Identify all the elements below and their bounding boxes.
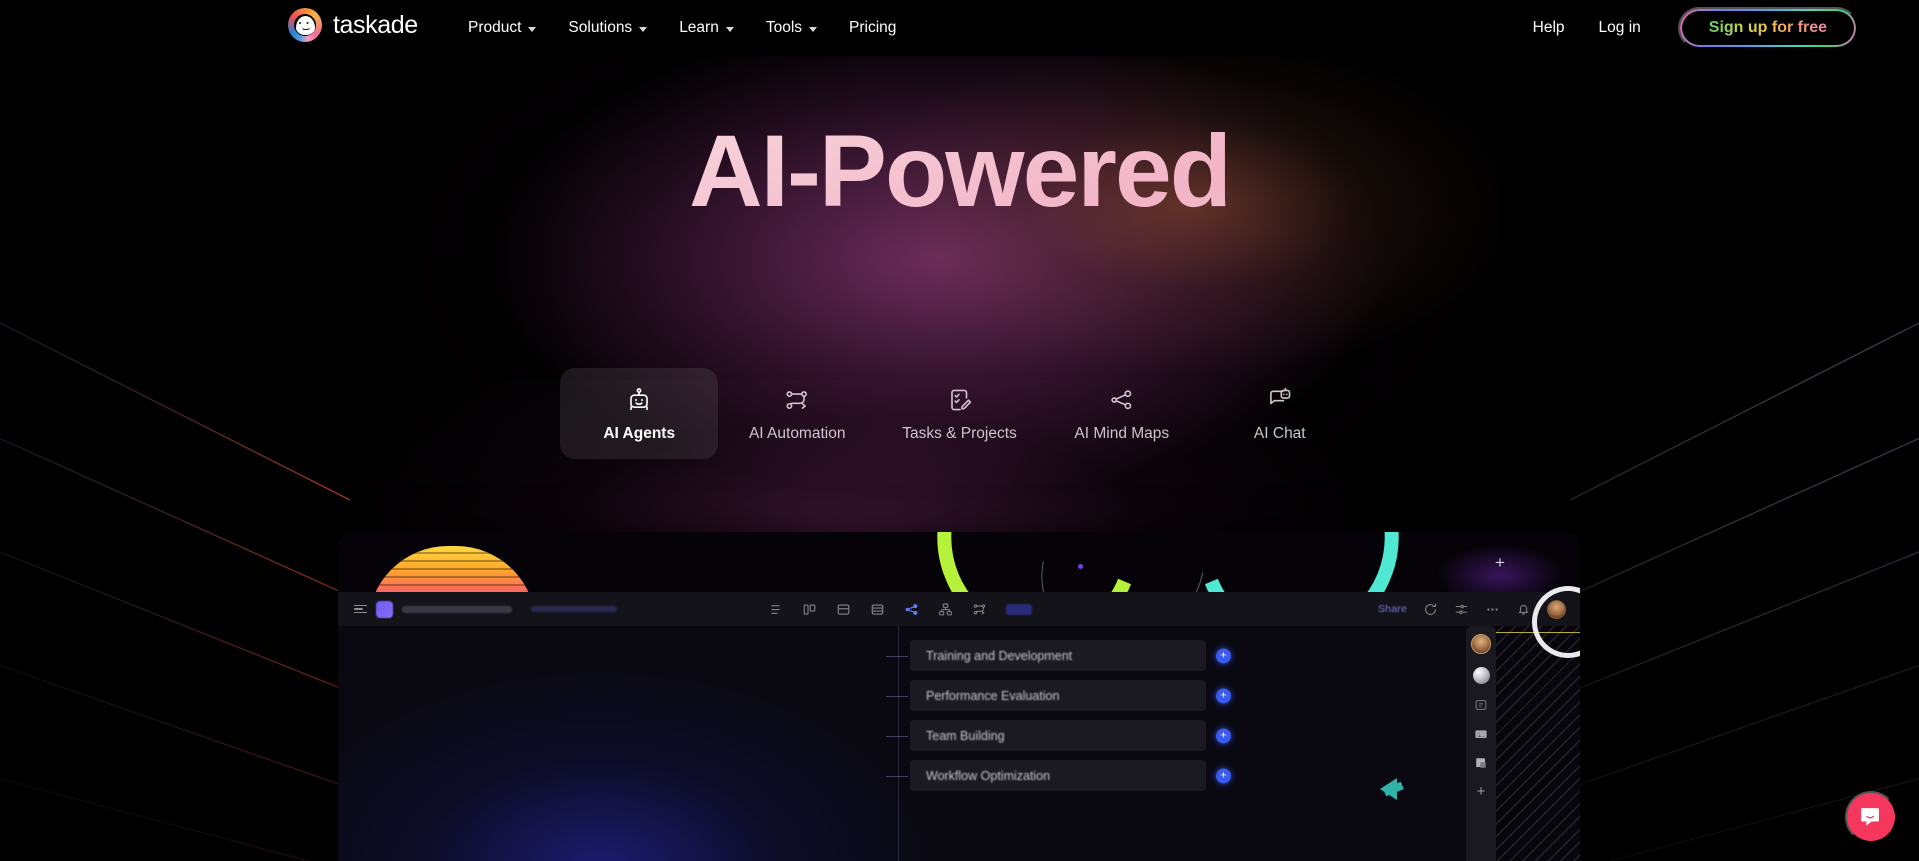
primary-navigation: Product Solutions Learn Tools Pricing <box>452 0 912 56</box>
hero-title: AI-Powered <box>0 116 1919 226</box>
tab-tasks-projects-label: Tasks & Projects <box>902 425 1017 442</box>
chevron-down-icon <box>725 26 734 32</box>
mindmap-node[interactable]: Workflow Optimization + <box>886 760 1231 791</box>
image-tool-icon[interactable] <box>1473 726 1489 742</box>
rail-user-avatar[interactable] <box>1471 634 1491 654</box>
mindmap-node-label: Training and Development <box>926 648 1073 663</box>
mindmap-node[interactable]: Team Building + <box>886 720 1231 751</box>
bell-icon[interactable] <box>1516 602 1531 617</box>
robot-icon <box>630 388 649 411</box>
checklist-pen-icon <box>950 389 971 411</box>
tab-ai-agents[interactable]: AI Agents <box>560 368 719 459</box>
chevron-down-icon <box>809 26 818 32</box>
nav-item-product[interactable]: Product <box>452 0 552 56</box>
mindmap-node-label: Performance Evaluation <box>926 688 1060 703</box>
teal-cursor-icon <box>1380 778 1397 800</box>
shape-tool-icon[interactable] <box>1473 755 1489 771</box>
more-options-icon[interactable] <box>1485 602 1500 617</box>
nav-item-pricing[interactable]: Pricing <box>833 0 912 56</box>
nav-item-learn[interactable]: Learn <box>663 0 750 56</box>
mindmap-trunk-line <box>898 626 900 861</box>
mindmap-node-label: Team Building <box>926 728 1005 743</box>
nav-item-product-label: Product <box>468 19 522 36</box>
sphere-tool-icon[interactable] <box>1472 667 1490 684</box>
logo-wordmark: taskade <box>333 10 418 39</box>
mindmap-node[interactable]: Performance Evaluation + <box>886 680 1231 711</box>
signup-button-label: Sign up for free <box>1708 19 1827 36</box>
help-link[interactable]: Help <box>1516 19 1582 37</box>
app-toolbar: Share <box>338 592 1580 626</box>
chevron-down-icon <box>528 26 537 32</box>
table-view-icon[interactable] <box>836 602 851 617</box>
taskade-smiley-logo-icon <box>288 8 322 42</box>
tab-ai-chat-label: AI Chat <box>1253 425 1306 442</box>
tab-ai-automation-label: AI Automation <box>748 425 846 442</box>
tab-ai-mind-maps[interactable]: AI Mind Maps <box>1043 368 1201 459</box>
header-actions: Help Log in Sign up for free <box>1516 0 1858 56</box>
intercom-chat-icon <box>1861 808 1879 826</box>
tab-ai-agents-label: AI Agents <box>603 425 676 442</box>
chevron-down-icon <box>639 26 648 32</box>
add-child-node-button[interactable]: + <box>1216 648 1231 663</box>
tab-ai-chat[interactable]: AI Chat <box>1201 368 1359 459</box>
nav-item-tools[interactable]: Tools <box>750 0 833 56</box>
list-view-icon[interactable] <box>768 602 783 617</box>
logo-home-link[interactable]: taskade <box>288 8 418 42</box>
purple-dot-decoration <box>1078 564 1083 569</box>
board-view-icon[interactable] <box>802 602 817 617</box>
canvas-hatched-overlay <box>1380 586 1580 861</box>
sidebar-toggle-icon[interactable] <box>354 604 367 614</box>
card-view-icon[interactable] <box>870 602 885 617</box>
nav-item-learn-label: Learn <box>679 19 719 36</box>
tab-ai-automation[interactable]: AI Automation <box>718 368 876 459</box>
node-connector-line <box>886 775 908 777</box>
mindmap-canvas[interactable]: Training and Development + Performance E… <box>338 626 1580 861</box>
nav-item-solutions-label: Solutions <box>568 19 633 36</box>
add-child-node-button[interactable]: + <box>1216 688 1231 703</box>
node-connector-line <box>886 695 908 697</box>
app-view-switcher <box>768 602 1032 617</box>
add-tool-icon[interactable]: + <box>1477 784 1486 799</box>
nav-item-pricing-label: Pricing <box>849 19 897 36</box>
canvas-tool-rail: + <box>1466 626 1496 861</box>
page-root: taskade Product Solutions Learn Tools Pr… <box>0 0 1919 861</box>
app-toolbar-left <box>338 600 617 618</box>
canvas-add-icon[interactable]: + <box>1495 554 1505 571</box>
sync-icon[interactable] <box>1423 602 1438 617</box>
node-connector-line <box>886 735 908 737</box>
intercom-chat-button[interactable] <box>1845 791 1897 843</box>
node-connector-line <box>886 655 908 657</box>
nav-item-tools-label: Tools <box>765 19 803 36</box>
tab-ai-mind-maps-label: AI Mind Maps <box>1074 425 1170 442</box>
mindmap-view-icon[interactable] <box>904 602 919 617</box>
share-nodes-icon <box>1111 390 1132 410</box>
app-preview-window: Share Training and Development + Perform… <box>338 532 1580 861</box>
mindmap-node-list: Training and Development + Performance E… <box>886 640 1231 791</box>
tab-tasks-projects[interactable]: Tasks & Projects <box>876 368 1043 459</box>
workflow-icon <box>786 391 808 409</box>
beta-badge <box>1006 603 1032 615</box>
mindmap-node-label: Workflow Optimization <box>926 768 1051 783</box>
settings-sliders-icon[interactable] <box>1454 602 1469 617</box>
feature-tabs: AI Agents AI Automation Tasks & Projects <box>0 368 1919 459</box>
text-tool-icon[interactable] <box>1473 697 1489 713</box>
project-title-placeholder <box>402 605 512 613</box>
nav-item-solutions[interactable]: Solutions <box>552 0 663 56</box>
chat-robot-icon <box>1269 387 1291 405</box>
add-child-node-button[interactable]: + <box>1216 768 1231 783</box>
workspace-avatar[interactable] <box>376 600 393 618</box>
login-link[interactable]: Log in <box>1582 19 1658 37</box>
share-button[interactable]: Share <box>1378 603 1407 615</box>
signup-button[interactable]: Sign up for free <box>1677 7 1858 49</box>
org-chart-icon[interactable] <box>938 602 953 617</box>
project-subtitle-placeholder <box>531 606 617 612</box>
site-header: taskade Product Solutions Learn Tools Pr… <box>0 0 1919 56</box>
flow-chart-icon[interactable] <box>972 602 987 617</box>
add-child-node-button[interactable]: + <box>1216 728 1231 743</box>
mindmap-node[interactable]: Training and Development + <box>886 640 1231 671</box>
